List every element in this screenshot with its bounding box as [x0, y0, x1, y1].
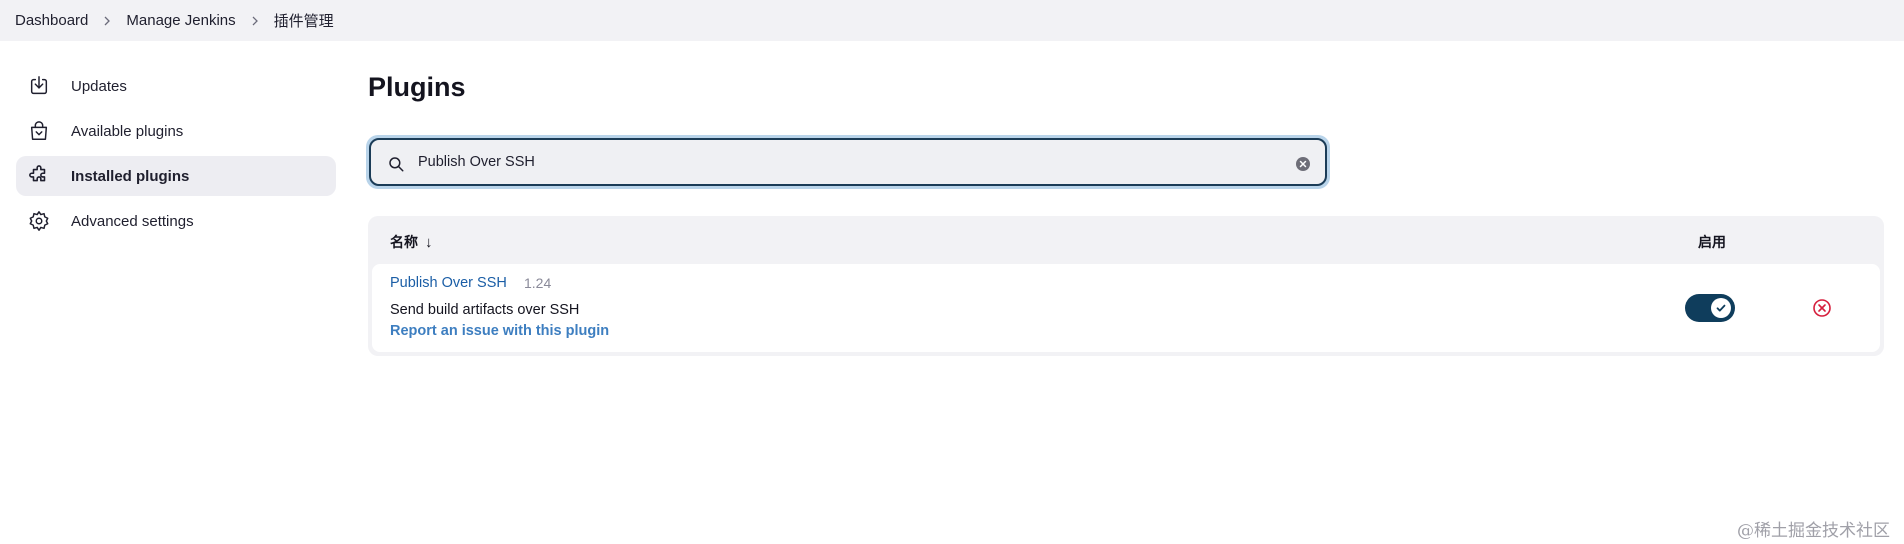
sidebar-item-updates[interactable]: Updates — [16, 66, 336, 106]
watermark: @稀土掘金技术社区 — [1737, 521, 1890, 541]
sidebar: Updates Available plugins Installed plug… — [16, 66, 336, 246]
column-header-name[interactable]: 名称 ↓ — [390, 232, 433, 252]
table-row: Publish Over SSH 1.24 Send build artifac… — [372, 264, 1880, 352]
column-header-name-label: 名称 — [390, 234, 418, 250]
column-header-enabled: 启用 — [1698, 234, 1726, 250]
plugin-description: Send build artifacts over SSH — [390, 302, 580, 318]
gear-icon — [28, 210, 50, 232]
search-input[interactable] — [418, 140, 1258, 184]
search-focus-ring — [366, 135, 1330, 189]
sidebar-item-label: Advanced settings — [71, 212, 194, 230]
report-issue-link[interactable]: Report an issue with this plugin — [390, 323, 609, 339]
breadcrumb-manage-jenkins[interactable]: Manage Jenkins — [126, 12, 235, 29]
plugins-table: 名称 ↓ 启用 Publish Over SSH 1.24 Send build… — [368, 216, 1884, 356]
sidebar-item-installed-plugins[interactable]: Installed plugins — [16, 156, 336, 196]
search-icon — [389, 157, 404, 172]
puzzle-icon — [28, 165, 50, 187]
plugin-name-link[interactable]: Publish Over SSH — [390, 275, 507, 291]
sidebar-item-advanced-settings[interactable]: Advanced settings — [16, 201, 336, 241]
table-header: 名称 ↓ 启用 — [368, 216, 1884, 264]
chevron-right-icon — [101, 15, 113, 27]
shopping-bag-icon — [28, 120, 50, 142]
breadcrumb-plugin-manager[interactable]: 插件管理 — [274, 10, 334, 31]
breadcrumb-dashboard[interactable]: Dashboard — [15, 12, 88, 29]
page-title: Plugins — [368, 72, 466, 102]
toggle-knob — [1711, 298, 1731, 318]
search-box — [369, 138, 1327, 186]
check-icon — [1716, 304, 1726, 312]
plugin-version: 1.24 — [524, 275, 552, 291]
uninstall-icon[interactable] — [1812, 298, 1832, 318]
clear-icon[interactable] — [1295, 156, 1311, 172]
enabled-toggle[interactable] — [1685, 294, 1735, 322]
breadcrumb: Dashboard Manage Jenkins 插件管理 — [0, 0, 1904, 41]
sidebar-item-label: Installed plugins — [71, 167, 190, 185]
sidebar-item-label: Updates — [71, 77, 127, 95]
sidebar-item-available-plugins[interactable]: Available plugins — [16, 111, 336, 151]
sidebar-item-label: Available plugins — [71, 122, 184, 140]
sort-down-icon: ↓ — [425, 233, 433, 251]
download-icon — [28, 75, 50, 97]
chevron-right-icon — [249, 15, 261, 27]
